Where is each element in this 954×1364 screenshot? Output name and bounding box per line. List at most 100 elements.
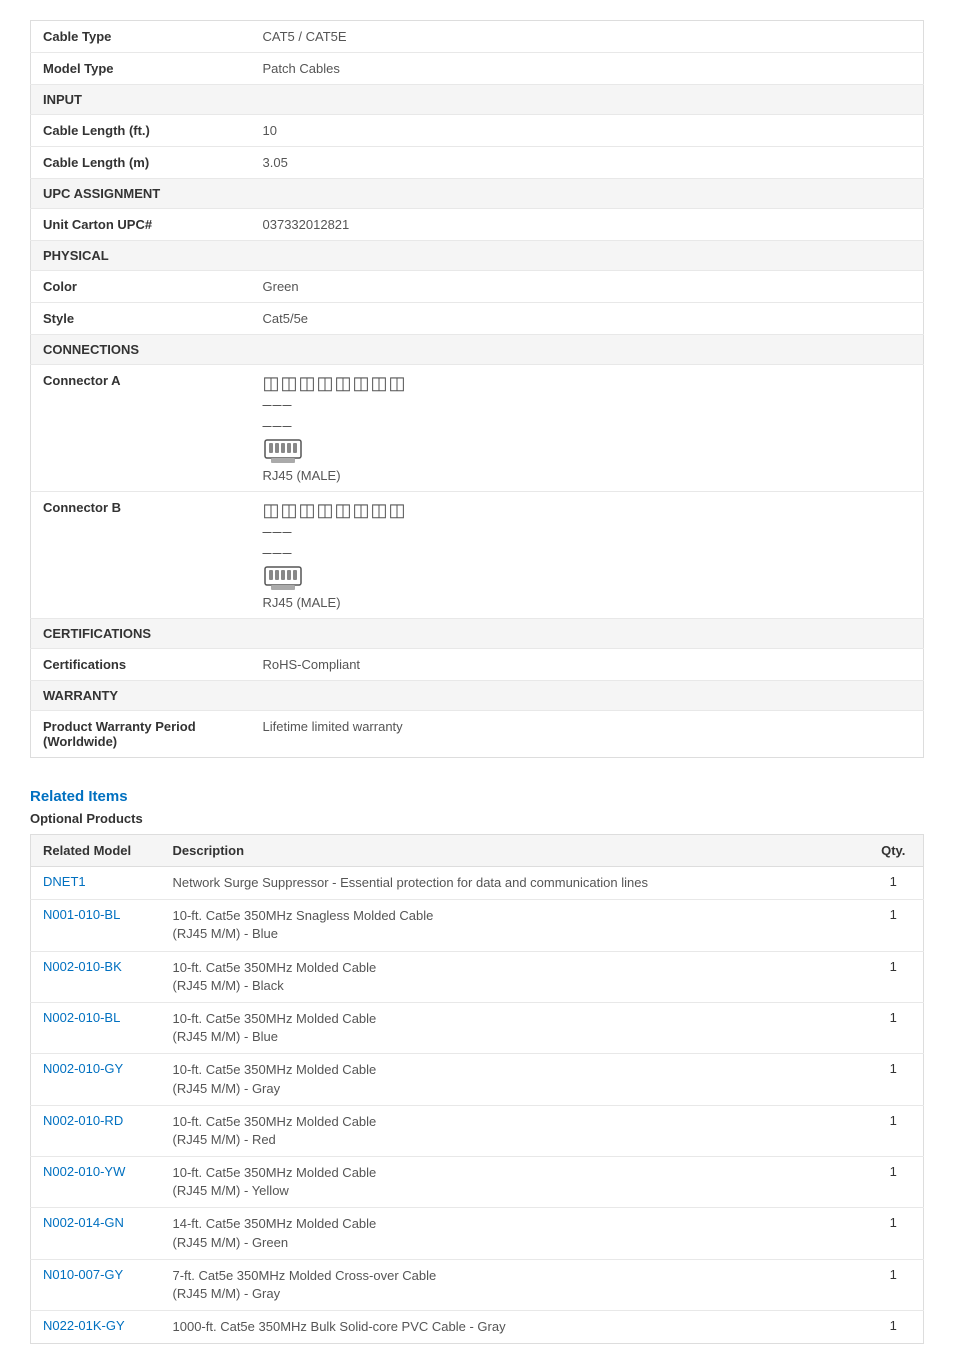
related-table: Related Model Description Qty. DNET1 Net…	[30, 834, 924, 1344]
spec-value: 037332012821	[251, 209, 924, 241]
spec-value: 3.05	[251, 147, 924, 179]
spec-value: Lifetime limited warranty	[251, 711, 924, 758]
specs-section-header: WARRANTY	[31, 681, 924, 711]
related-qty: 1	[864, 1208, 924, 1259]
spec-label: Style	[31, 303, 251, 335]
specs-section-header: CONNECTIONS	[31, 335, 924, 365]
spec-value: Cat5/5e	[251, 303, 924, 335]
related-model[interactable]: N022-01K-GY	[31, 1311, 161, 1344]
specs-row: Unit Carton UPC# 037332012821	[31, 209, 924, 241]
related-qty: 1	[864, 1311, 924, 1344]
specs-row: Cable Length (ft.) 10	[31, 115, 924, 147]
spec-label: Cable Type	[31, 21, 251, 53]
related-qty: 1	[864, 1105, 924, 1156]
model-link[interactable]: N002-010-YW	[43, 1164, 125, 1179]
related-qty: 1	[864, 1157, 924, 1208]
col-header-model: Related Model	[31, 835, 161, 867]
related-description: 10-ft. Cat5e 350MHz Molded Cable(RJ45 M/…	[161, 951, 864, 1002]
related-description: 7-ft. Cat5e 350MHz Molded Cross-over Cab…	[161, 1259, 864, 1310]
related-description: 10-ft. Cat5e 350MHz Molded Cable(RJ45 M/…	[161, 1002, 864, 1053]
model-link[interactable]: N002-010-BK	[43, 959, 122, 974]
specs-section-header: CERTIFICATIONS	[31, 619, 924, 649]
specs-row: Product Warranty Period (Worldwide) Life…	[31, 711, 924, 758]
rj45-icon	[263, 565, 303, 593]
related-description: 10-ft. Cat5e 350MHz Molded Cable(RJ45 M/…	[161, 1157, 864, 1208]
related-model[interactable]: N010-007-GY	[31, 1259, 161, 1310]
related-model[interactable]: N002-010-BL	[31, 1002, 161, 1053]
related-description: Network Surge Suppressor - Essential pro…	[161, 867, 864, 900]
related-table-row: N001-010-BL 10-ft. Cat5e 350MHz Snagless…	[31, 900, 924, 951]
specs-row: Connector A ◫◫◫◫◫◫◫◫⎯⎯⎯⎯⎯⎯ RJ45 (MALE)	[31, 365, 924, 492]
related-table-row: N002-010-BL 10-ft. Cat5e 350MHz Molded C…	[31, 1002, 924, 1053]
model-link[interactable]: DNET1	[43, 874, 86, 889]
related-description: 10-ft. Cat5e 350MHz Molded Cable(RJ45 M/…	[161, 1054, 864, 1105]
spec-label: Product Warranty Period (Worldwide)	[31, 711, 251, 758]
specs-row: Certifications RoHS-Compliant	[31, 649, 924, 681]
col-header-description: Description	[161, 835, 864, 867]
specs-row: Color Green	[31, 271, 924, 303]
related-table-row: N010-007-GY 7-ft. Cat5e 350MHz Molded Cr…	[31, 1259, 924, 1310]
specs-row: Cable Length (m) 3.05	[31, 147, 924, 179]
related-model[interactable]: N002-010-RD	[31, 1105, 161, 1156]
model-link[interactable]: N002-010-RD	[43, 1113, 123, 1128]
spec-value: ◫◫◫◫◫◫◫◫⎯⎯⎯⎯⎯⎯ RJ45 (MALE)	[251, 365, 924, 492]
related-model[interactable]: N002-010-BK	[31, 951, 161, 1002]
model-link[interactable]: N002-010-BL	[43, 1010, 120, 1025]
specs-section-header: INPUT	[31, 85, 924, 115]
specs-row: Style Cat5/5e	[31, 303, 924, 335]
related-table-row: N002-010-BK 10-ft. Cat5e 350MHz Molded C…	[31, 951, 924, 1002]
spec-label: Color	[31, 271, 251, 303]
spec-label: Certifications	[31, 649, 251, 681]
connector-icon: ◫◫◫◫◫◫◫◫⎯⎯⎯⎯⎯⎯	[263, 500, 912, 563]
spec-value: Patch Cables	[251, 53, 924, 85]
model-link[interactable]: N002-014-GN	[43, 1215, 124, 1230]
specs-row: Model Type Patch Cables	[31, 53, 924, 85]
spec-label: Cable Length (ft.)	[31, 115, 251, 147]
specs-section-header: UPC ASSIGNMENT	[31, 179, 924, 209]
related-description: 10-ft. Cat5e 350MHz Snagless Molded Cabl…	[161, 900, 864, 951]
related-model[interactable]: N002-010-YW	[31, 1157, 161, 1208]
specs-row: Cable Type CAT5 / CAT5E	[31, 21, 924, 53]
related-items-section: Related Items Optional Products Related …	[30, 788, 924, 1344]
related-table-row: N022-01K-GY 1000-ft. Cat5e 350MHz Bulk S…	[31, 1311, 924, 1344]
related-model[interactable]: N001-010-BL	[31, 900, 161, 951]
specs-table: Cable Type CAT5 / CAT5E Model Type Patch…	[30, 20, 924, 758]
connector-icon: ◫◫◫◫◫◫◫◫⎯⎯⎯⎯⎯⎯	[263, 373, 912, 436]
optional-products-label: Optional Products	[30, 811, 924, 826]
model-link[interactable]: N001-010-BL	[43, 907, 120, 922]
related-table-row: N002-010-GY 10-ft. Cat5e 350MHz Molded C…	[31, 1054, 924, 1105]
model-link[interactable]: N022-01K-GY	[43, 1318, 125, 1333]
specs-row: Connector B ◫◫◫◫◫◫◫◫⎯⎯⎯⎯⎯⎯ RJ45 (MALE)	[31, 492, 924, 619]
spec-label: Connector A	[31, 365, 251, 492]
related-qty: 1	[864, 1054, 924, 1105]
related-table-row: N002-010-RD 10-ft. Cat5e 350MHz Molded C…	[31, 1105, 924, 1156]
spec-label: Model Type	[31, 53, 251, 85]
related-qty: 1	[864, 900, 924, 951]
spec-label: Unit Carton UPC#	[31, 209, 251, 241]
rj45-icon	[263, 438, 303, 466]
related-items-title: Related Items	[30, 788, 924, 805]
related-qty: 1	[864, 951, 924, 1002]
spec-value: Green	[251, 271, 924, 303]
model-link[interactable]: N002-010-GY	[43, 1061, 123, 1076]
related-model[interactable]: DNET1	[31, 867, 161, 900]
related-description: 14-ft. Cat5e 350MHz Molded Cable(RJ45 M/…	[161, 1208, 864, 1259]
spec-value: 10	[251, 115, 924, 147]
related-table-row: N002-010-YW 10-ft. Cat5e 350MHz Molded C…	[31, 1157, 924, 1208]
related-model[interactable]: N002-010-GY	[31, 1054, 161, 1105]
related-table-row: N002-014-GN 14-ft. Cat5e 350MHz Molded C…	[31, 1208, 924, 1259]
col-header-qty: Qty.	[864, 835, 924, 867]
spec-label: Connector B	[31, 492, 251, 619]
spec-value: ◫◫◫◫◫◫◫◫⎯⎯⎯⎯⎯⎯ RJ45 (MALE)	[251, 492, 924, 619]
related-model[interactable]: N002-014-GN	[31, 1208, 161, 1259]
spec-value: CAT5 / CAT5E	[251, 21, 924, 53]
spec-value: RoHS-Compliant	[251, 649, 924, 681]
model-link[interactable]: N010-007-GY	[43, 1267, 123, 1282]
spec-label: Cable Length (m)	[31, 147, 251, 179]
related-description: 10-ft. Cat5e 350MHz Molded Cable(RJ45 M/…	[161, 1105, 864, 1156]
related-description: 1000-ft. Cat5e 350MHz Bulk Solid-core PV…	[161, 1311, 864, 1344]
related-qty: 1	[864, 867, 924, 900]
related-qty: 1	[864, 1259, 924, 1310]
related-qty: 1	[864, 1002, 924, 1053]
related-table-row: DNET1 Network Surge Suppressor - Essenti…	[31, 867, 924, 900]
